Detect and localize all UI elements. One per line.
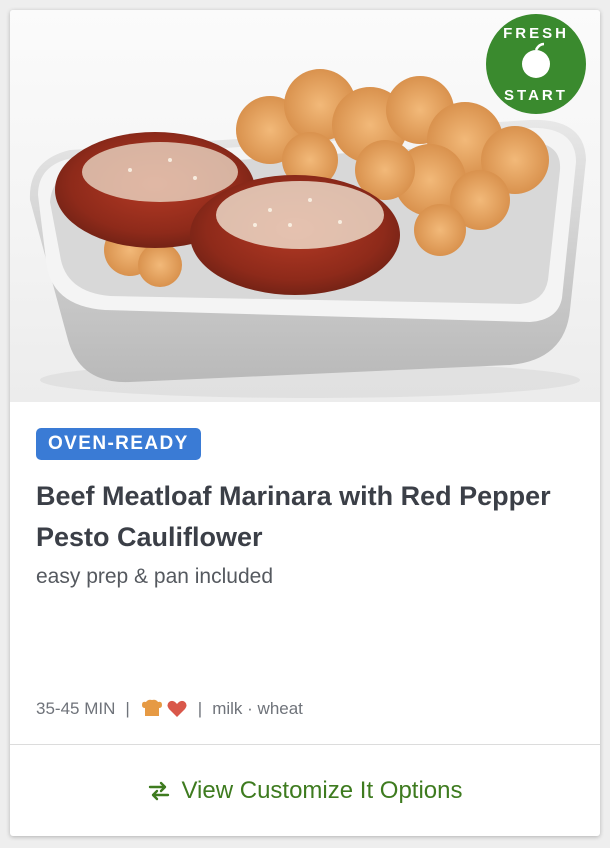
badge-line-1: FRESH [503, 25, 569, 42]
allergens: milk · wheat [212, 699, 303, 718]
meta-separator: | [197, 699, 203, 718]
meal-photo[interactable]: FRESH START [10, 10, 600, 402]
meta-separator: | [125, 699, 130, 718]
meal-meta: 35-45 MIN | | milk · wheat [36, 699, 303, 719]
prep-time: 35-45 MIN [36, 699, 116, 718]
heart-icon [167, 700, 187, 717]
meal-subtitle: easy prep & pan included [36, 565, 273, 588]
meta-icons [140, 699, 188, 719]
meal-card[interactable]: FRESH START OVEN-READY Beef Meatloaf Mar… [10, 10, 600, 836]
chef-hat-icon [141, 699, 162, 716]
fresh-start-badge: FRESH START [484, 12, 588, 116]
card-body: OVEN-READY Beef Meatloaf Marinara with R… [10, 402, 600, 744]
meal-title[interactable]: Beef Meatloaf Marinara with Red Pepper P… [36, 476, 566, 558]
swap-arrows-icon [147, 780, 171, 802]
oven-ready-tag: OVEN-READY [36, 428, 201, 460]
customize-options-label: View Customize It Options [181, 776, 463, 804]
customize-options-button[interactable]: View Customize It Options [10, 745, 600, 836]
badge-line-2: START [504, 87, 568, 104]
